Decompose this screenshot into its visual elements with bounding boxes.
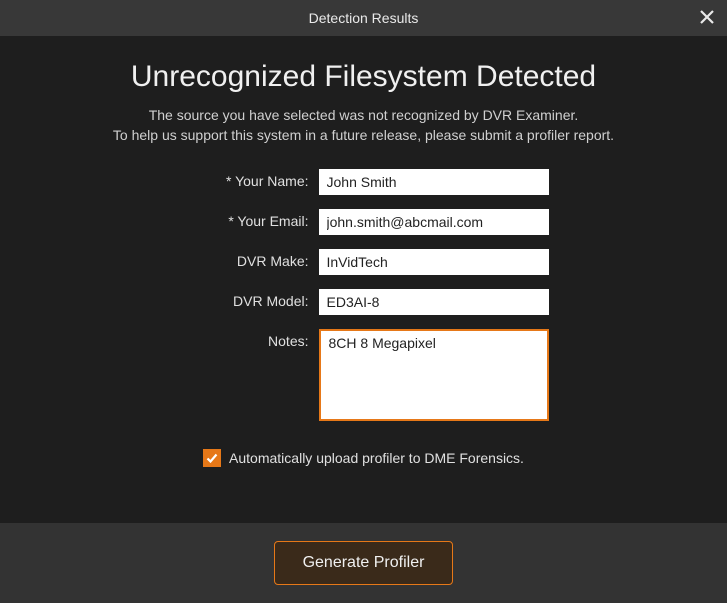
model-label: DVR Model:: [179, 289, 309, 309]
close-button[interactable]: [697, 8, 717, 28]
window-title: Detection Results: [309, 10, 419, 26]
checkmark-icon: [205, 451, 219, 465]
name-input[interactable]: [319, 169, 549, 195]
generate-profiler-button[interactable]: Generate Profiler: [274, 541, 454, 585]
checkbox-label: Automatically upload profiler to DME For…: [229, 450, 524, 466]
dvr-model-input[interactable]: [319, 289, 549, 315]
profiler-form: * Your Name: * Your Email: DVR Make: DVR…: [179, 169, 549, 421]
name-label: * Your Name:: [179, 169, 309, 189]
make-label: DVR Make:: [179, 249, 309, 269]
close-icon: [700, 8, 714, 29]
dvr-make-input[interactable]: [319, 249, 549, 275]
auto-upload-checkbox[interactable]: Automatically upload profiler to DME For…: [203, 449, 524, 467]
email-input[interactable]: [319, 209, 549, 235]
subtext-line2: To help us support this system in a futu…: [113, 127, 614, 143]
email-label: * Your Email:: [179, 209, 309, 229]
notes-textarea[interactable]: [319, 329, 549, 421]
page-subtext: The source you have selected was not rec…: [113, 106, 614, 145]
notes-label: Notes:: [179, 329, 309, 349]
checkbox-box: [203, 449, 221, 467]
dialog-footer: Generate Profiler: [0, 523, 727, 603]
page-heading: Unrecognized Filesystem Detected: [131, 60, 596, 94]
titlebar: Detection Results: [0, 0, 727, 36]
dialog-content: Unrecognized Filesystem Detected The sou…: [0, 36, 727, 603]
subtext-line1: The source you have selected was not rec…: [149, 107, 579, 123]
